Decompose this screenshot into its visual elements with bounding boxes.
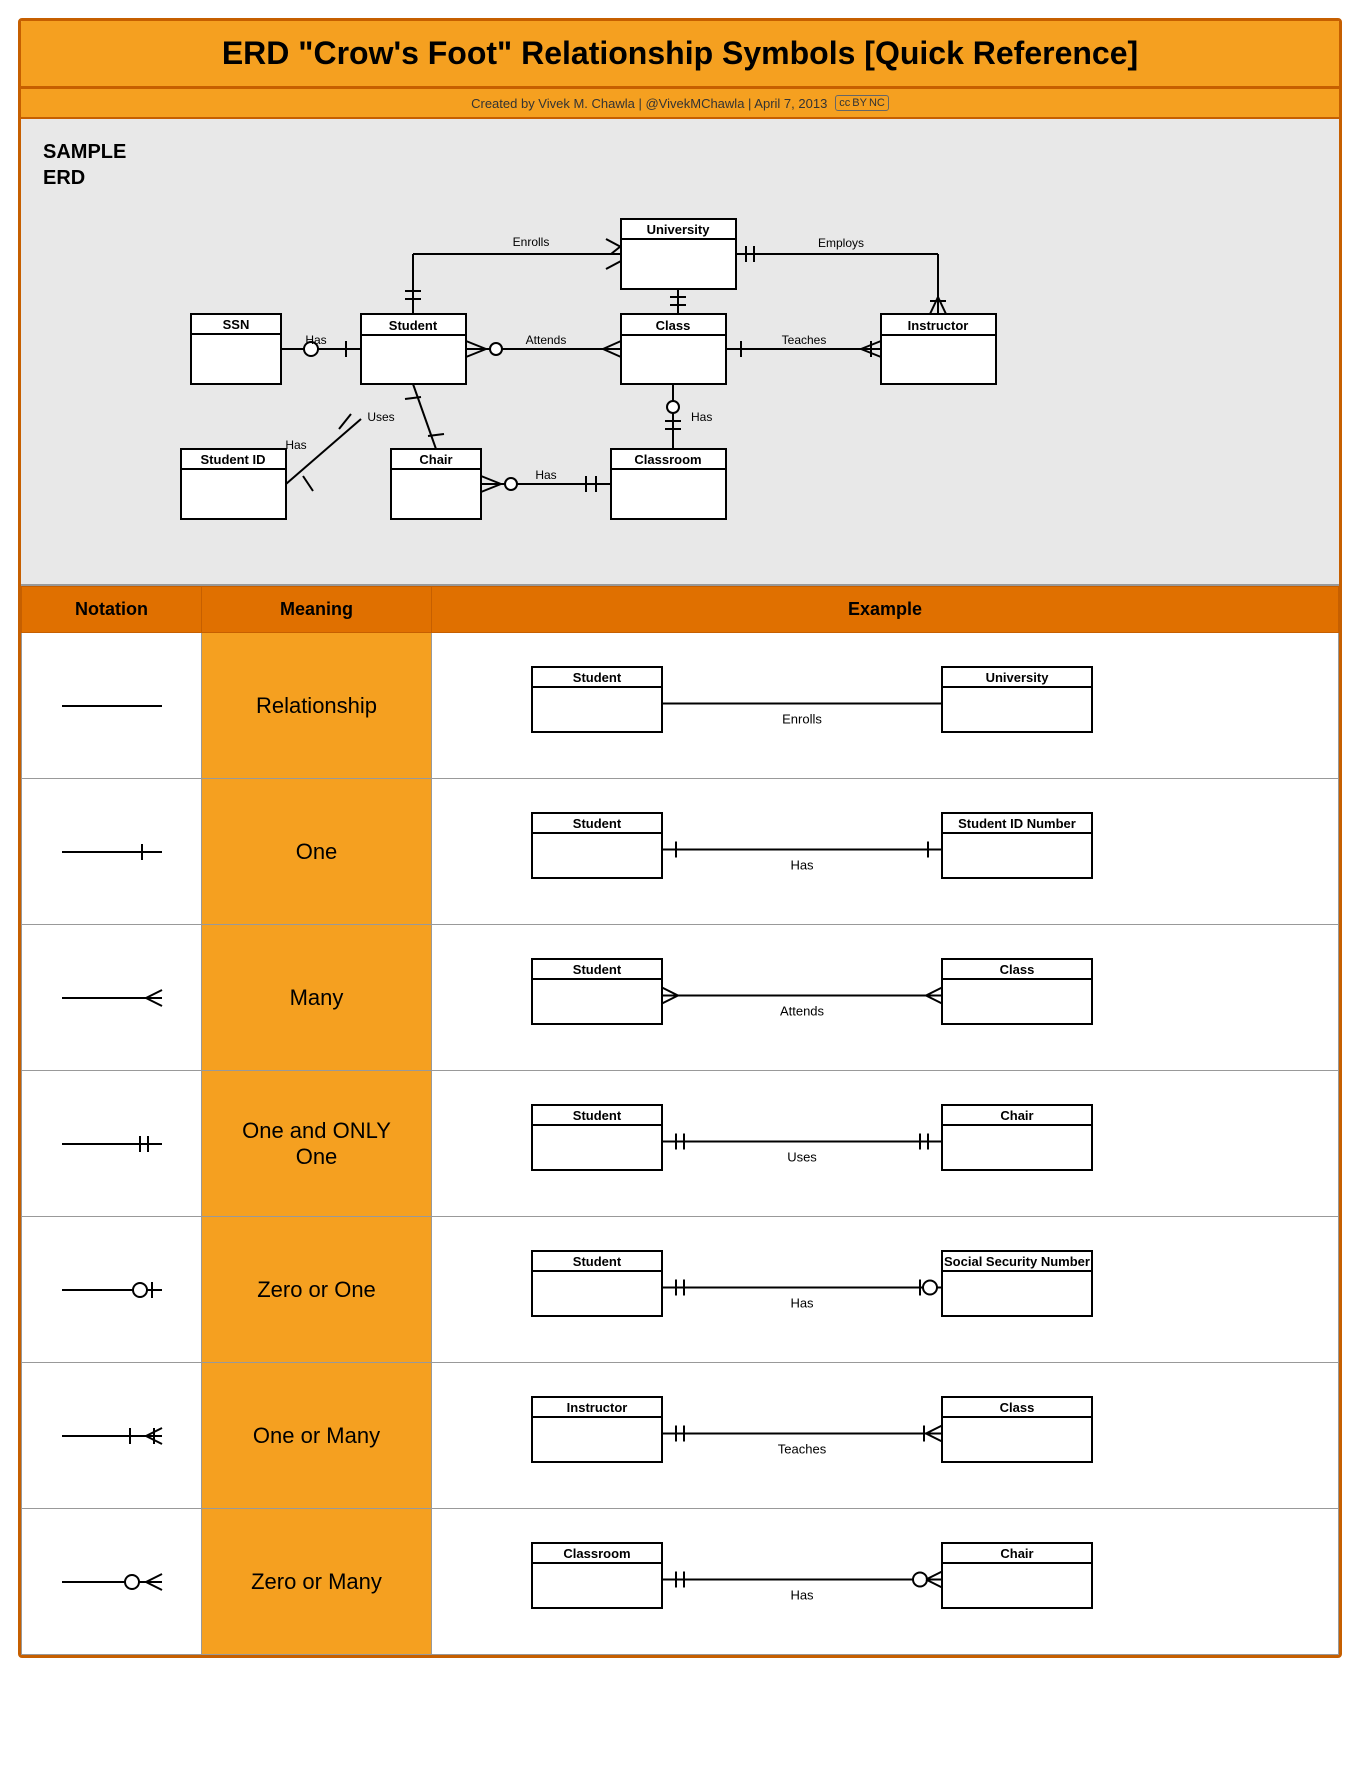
notation-cell — [22, 925, 202, 1071]
erd-section: SAMPLEERD SSN Student ID Student Chair U… — [21, 119, 1339, 586]
svg-text:Class: Class — [1000, 962, 1035, 977]
svg-text:Has: Has — [790, 1588, 814, 1603]
svg-text:Social Security Number: Social Security Number — [944, 1254, 1090, 1269]
credit-bar: Created by Vivek M. Chawla | @VivekMChaw… — [21, 89, 1339, 119]
meaning-cell: One or Many — [202, 1363, 432, 1509]
svg-text:Student: Student — [573, 962, 622, 977]
svg-text:Student: Student — [389, 318, 438, 333]
svg-text:Has: Has — [691, 410, 712, 424]
svg-text:Has: Has — [285, 438, 306, 452]
svg-text:Has: Has — [790, 1296, 814, 1311]
notation-cell — [22, 1363, 202, 1509]
meaning-cell: Zero or One — [202, 1217, 432, 1363]
meaning-cell: Zero or Many — [202, 1509, 432, 1655]
svg-text:Uses: Uses — [787, 1150, 817, 1165]
notation-cell — [22, 779, 202, 925]
example-cell: Student Student ID Number Has — [432, 779, 1339, 925]
svg-text:Class: Class — [1000, 1400, 1035, 1415]
svg-text:University: University — [986, 670, 1050, 685]
example-cell: Student Social Security Number Has — [432, 1217, 1339, 1363]
table-row: Relationship Student University Enrolls — [22, 633, 1339, 779]
svg-text:Instructor: Instructor — [908, 318, 969, 333]
svg-text:Student: Student — [573, 670, 622, 685]
svg-text:Teaches: Teaches — [778, 1442, 827, 1457]
svg-text:Chair: Chair — [1000, 1546, 1033, 1561]
svg-text:Enrolls: Enrolls — [513, 235, 550, 249]
svg-text:Student: Student — [573, 816, 622, 831]
table-row: Many Student Class Attends — [22, 925, 1339, 1071]
svg-text:Chair: Chair — [419, 452, 452, 467]
credit-text: Created by Vivek M. Chawla | @VivekMChaw… — [471, 96, 827, 111]
table-row: One or Many Instructor Class Teaches — [22, 1363, 1339, 1509]
svg-text:Has: Has — [790, 858, 814, 873]
table-header-row: Notation Meaning Example — [22, 587, 1339, 633]
notation-cell — [22, 1217, 202, 1363]
svg-text:Classroom: Classroom — [634, 452, 701, 467]
erd-diagram: SSN Student ID Student Chair University … — [131, 139, 1111, 559]
notation-table: Notation Meaning Example RelationshipStu… — [21, 586, 1339, 1655]
svg-text:Student ID: Student ID — [201, 452, 266, 467]
meaning-cell: One and ONLY One — [202, 1071, 432, 1217]
meaning-cell: Many — [202, 925, 432, 1071]
cc-icon: cc — [839, 97, 850, 109]
svg-text:Enrolls: Enrolls — [782, 712, 822, 727]
by-icon: BY — [852, 97, 867, 109]
title-bar: ERD "Crow's Foot" Relationship Symbols [… — [21, 21, 1339, 89]
example-cell: Student Chair Uses — [432, 1071, 1339, 1217]
license-icons: cc BY NC — [835, 95, 889, 111]
example-cell: Instructor Class Teaches — [432, 1363, 1339, 1509]
header-example: Example — [432, 587, 1339, 633]
header-notation: Notation — [22, 587, 202, 633]
svg-text:Teaches: Teaches — [782, 333, 827, 347]
meaning-cell: Relationship — [202, 633, 432, 779]
table-row: Zero or One Student Social Security Number… — [22, 1217, 1339, 1363]
svg-text:Class: Class — [656, 318, 691, 333]
example-cell: Student Class Attends — [432, 925, 1339, 1071]
example-cell: Classroom Chair Has — [432, 1509, 1339, 1655]
svg-text:Attends: Attends — [780, 1004, 825, 1019]
svg-text:SSN: SSN — [223, 317, 250, 332]
notation-cell — [22, 1071, 202, 1217]
page-title: ERD "Crow's Foot" Relationship Symbols [… — [222, 35, 1138, 71]
table-row: Zero or Many Classroom Chair Has — [22, 1509, 1339, 1655]
svg-text:Employs: Employs — [818, 236, 864, 250]
svg-text:Classroom: Classroom — [563, 1546, 630, 1561]
svg-text:Attends: Attends — [526, 333, 567, 347]
nc-icon: NC — [869, 97, 885, 109]
svg-text:Uses: Uses — [367, 410, 394, 424]
erd-section-label: SAMPLEERD — [43, 139, 126, 191]
example-cell: Student University Enrolls — [432, 633, 1339, 779]
svg-text:Student ID Number: Student ID Number — [958, 816, 1076, 831]
svg-text:Has: Has — [305, 333, 326, 347]
notation-cell — [22, 1509, 202, 1655]
table-row: One and ONLY One Student Chair Uses — [22, 1071, 1339, 1217]
svg-text:University: University — [647, 222, 711, 237]
svg-text:Chair: Chair — [1000, 1108, 1033, 1123]
notation-cell — [22, 633, 202, 779]
svg-text:Student: Student — [573, 1108, 622, 1123]
main-container: ERD "Crow's Foot" Relationship Symbols [… — [18, 18, 1342, 1658]
svg-text:Student: Student — [573, 1254, 622, 1269]
svg-text:Instructor: Instructor — [567, 1400, 628, 1415]
meaning-cell: One — [202, 779, 432, 925]
header-meaning: Meaning — [202, 587, 432, 633]
svg-text:Has: Has — [535, 468, 556, 482]
table-row: One Student Student ID Number Has — [22, 779, 1339, 925]
